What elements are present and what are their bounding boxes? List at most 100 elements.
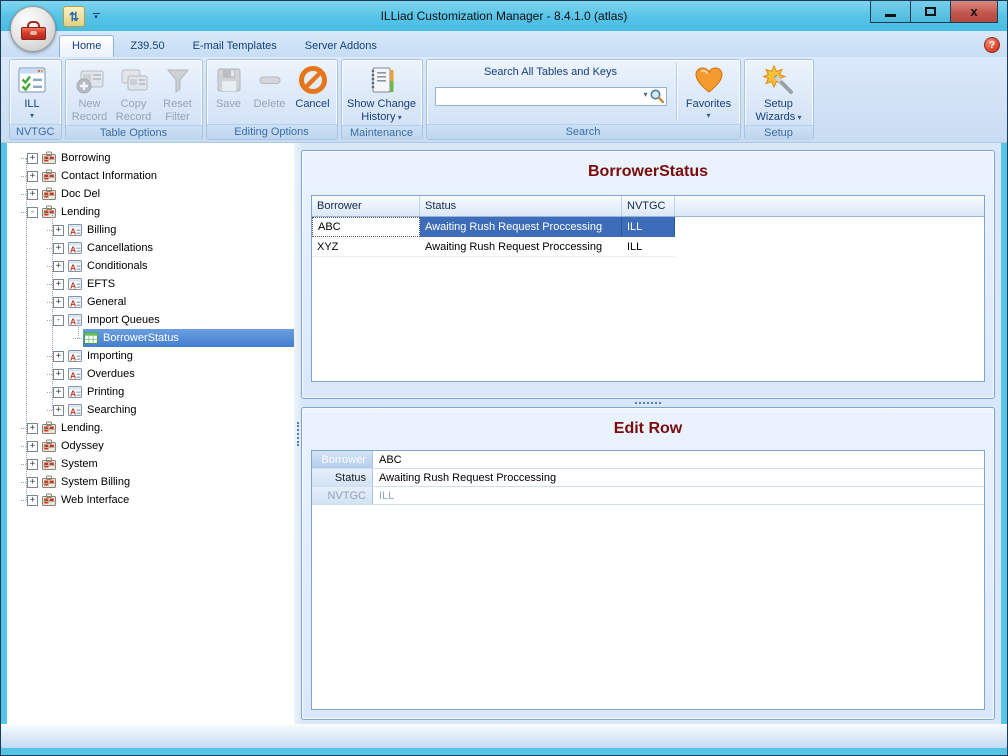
tree-expander-collapsed[interactable]: + [53, 297, 64, 308]
tree-item-system[interactable]: +System [7, 455, 294, 473]
tree-expander-collapsed[interactable]: + [27, 423, 38, 434]
tree-item-searching[interactable]: +ASearching [7, 401, 294, 419]
tree-expander-collapsed[interactable]: + [27, 495, 38, 506]
tree-item-system-billing[interactable]: + System Billing [7, 473, 294, 491]
tree-item-content: AGeneral [67, 293, 130, 311]
tree-item-odyssey[interactable]: +Odyssey [7, 437, 294, 455]
svg-text:A: A [70, 407, 76, 417]
tree-expander-collapsed[interactable]: + [53, 405, 64, 416]
grid-cell-nvtgc[interactable]: ILL [622, 217, 675, 237]
tree-item-label: General [87, 296, 126, 308]
grid-cell-borrower[interactable]: ABC [312, 217, 420, 237]
tree-item-lending[interactable]: -Lending [7, 203, 294, 221]
ribbon-group-maintenance: Show Change History ▾Maintenance [341, 59, 423, 140]
tree-item-borrowerstatus[interactable]: BorrowerStatus [7, 329, 294, 347]
grid-cell-status[interactable]: Awaiting Rush Request Proccessing [420, 237, 622, 257]
tree-item-printing[interactable]: +APrinting [7, 383, 294, 401]
ribbon-button-label: New Record [70, 98, 110, 123]
help-button[interactable]: ? [984, 37, 1000, 53]
tree-guide-line [78, 321, 79, 338]
ribbon-group-caption: NVTGC [10, 124, 61, 139]
ribbon-button-cancel[interactable]: Cancel [291, 61, 335, 123]
table-group-icon: A [67, 240, 83, 256]
grid-cell-nvtgc[interactable]: ILL [622, 237, 675, 257]
table-group-icon: A [67, 384, 83, 400]
ribbon-group-items: ILL▾ [10, 60, 61, 124]
tree-expander-collapsed[interactable]: + [27, 459, 38, 470]
search-icon[interactable] [649, 88, 665, 104]
edit-field-value[interactable]: ILL [373, 487, 984, 504]
maximize-button[interactable] [910, 1, 951, 23]
tree-expander-collapsed[interactable]: + [27, 477, 38, 488]
ribbon-button-show-change-history[interactable]: Show Change History ▾ [344, 61, 420, 124]
grid-cell-status[interactable]: Awaiting Rush Request Proccessing [420, 217, 622, 237]
tree-item-overdues[interactable]: +AOverdues [7, 365, 294, 383]
horizontal-splitter[interactable] [301, 399, 995, 407]
tab-z39-50[interactable]: Z39.50 [118, 36, 176, 57]
grid-header-cell-status[interactable]: Status [420, 196, 622, 216]
tree-item-borrowing[interactable]: +Borrowing [7, 149, 294, 167]
grid-cell-borrower[interactable]: XYZ [312, 237, 420, 257]
chevron-down-icon: ▾ [706, 112, 710, 120]
tree-expander-collapsed[interactable]: + [53, 279, 64, 290]
tree-expander-collapsed[interactable]: + [27, 441, 38, 452]
tree-expander-collapsed[interactable]: + [53, 225, 64, 236]
tree-item-contact-information[interactable]: +Contact Information [7, 167, 294, 185]
group-item-separator [676, 63, 677, 121]
ribbon-button-new-record[interactable]: New Record [68, 61, 112, 124]
tree-item-conditionals[interactable]: +AConditionals [7, 257, 294, 275]
tree-item-lending[interactable]: +Lending. [7, 419, 294, 437]
tree-expander-collapsed[interactable]: + [53, 369, 64, 380]
tree-item-doc-del[interactable]: +Doc Del [7, 185, 294, 203]
tab-server-addons[interactable]: Server Addons [293, 36, 389, 57]
ribbon-button-label: Copy Record [114, 98, 154, 123]
tree-item-general[interactable]: +AGeneral [7, 293, 294, 311]
edit-field-value[interactable]: ABC [373, 451, 984, 468]
tree-expander-collapsed[interactable]: + [53, 261, 64, 272]
application-menu-button[interactable] [10, 6, 56, 52]
tree-expander-collapsed[interactable]: + [53, 243, 64, 254]
vertical-splitter[interactable] [294, 143, 301, 724]
tree-expander-collapsed[interactable]: + [53, 387, 64, 398]
tree-item-web-interface[interactable]: +Web Interface [7, 491, 294, 509]
category-icon [41, 474, 57, 490]
tree-item-content: Contact Information [41, 167, 161, 185]
ribbon-button-reset-filter[interactable]: Reset Filter [156, 61, 200, 124]
tree-expander-expanded[interactable]: - [53, 315, 64, 326]
table-group-icon: A [67, 222, 83, 238]
minimize-button[interactable] [870, 1, 911, 23]
ribbon-button-label: Reset Filter [158, 98, 198, 123]
tree-item-importing[interactable]: +AImporting [7, 347, 294, 365]
tree-item-import-queues[interactable]: -AImport Queues [7, 311, 294, 329]
tree-item-content: APrinting [67, 383, 128, 401]
chevron-down-icon[interactable]: ▾ [643, 90, 647, 99]
tree-expander-collapsed[interactable]: + [27, 189, 38, 200]
app-window: ⇅ ▾ ILLiad Customization Manager - 8.4.1… [0, 0, 1008, 756]
tree-expander-collapsed[interactable]: + [27, 171, 38, 182]
close-button[interactable]: x [950, 1, 998, 23]
tab-home[interactable]: Home [59, 35, 114, 57]
tree-item-label: System Billing [61, 476, 130, 488]
ribbon-button-setup-wizards[interactable]: Setup Wizards ▾ [747, 61, 811, 124]
tree-item-cancellations[interactable]: +ACancellations [7, 239, 294, 257]
grid-row-1[interactable]: XYZAwaiting Rush Request ProccessingILL [312, 237, 984, 257]
table-panel: BorrowerStatus BorrowerStatusNVTGCABCAwa… [301, 150, 995, 399]
ribbon-button-save[interactable]: Save [209, 61, 249, 123]
tree-expander-expanded[interactable]: - [27, 207, 38, 218]
ribbon-button-ill[interactable]: ILL▾ [12, 61, 52, 123]
tree-expander-collapsed[interactable]: + [27, 153, 38, 164]
ribbon-group-caption: Search [427, 124, 740, 139]
search-input[interactable] [435, 87, 667, 106]
grid-header-cell-nvtgc[interactable]: NVTGC [622, 196, 675, 216]
tree-expander-collapsed[interactable]: + [53, 351, 64, 362]
grid-header-cell-borrower[interactable]: Borrower [312, 196, 420, 216]
ribbon-button-copy-record[interactable]: Copy Record [112, 61, 156, 124]
edit-field-value[interactable]: Awaiting Rush Request Proccessing [373, 469, 984, 486]
minimize-icon [885, 14, 896, 17]
tree-item-billing[interactable]: +ABilling [7, 221, 294, 239]
grid-row-0[interactable]: ABCAwaiting Rush Request ProccessingILL [312, 217, 984, 237]
ribbon-button-favorites[interactable]: Favorites▾ [680, 61, 738, 123]
tree-item-efts[interactable]: +AEFTS [7, 275, 294, 293]
tab-e-mail-templates[interactable]: E-mail Templates [181, 36, 289, 57]
ribbon-button-delete[interactable]: Delete [249, 61, 291, 123]
